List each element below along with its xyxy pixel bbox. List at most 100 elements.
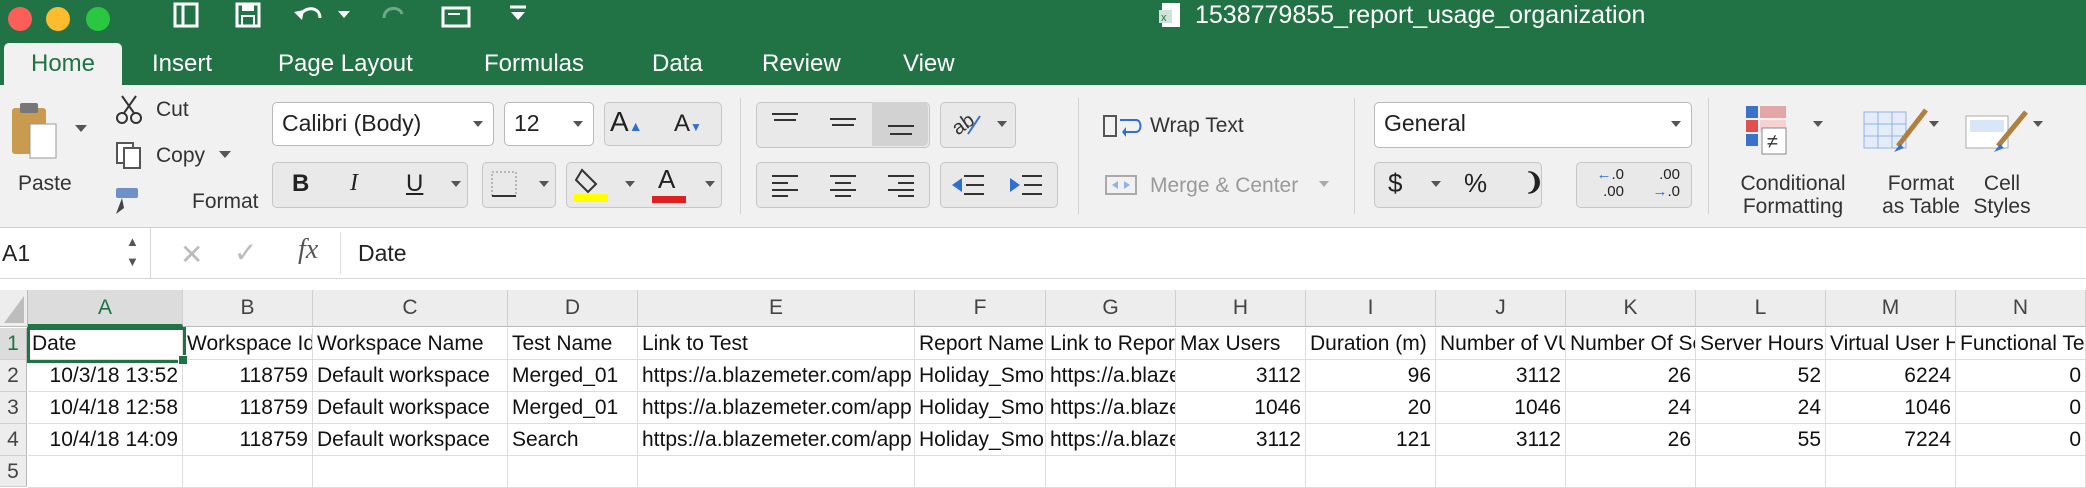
cell-link-to-test[interactable]: https://a.blazemeter.com/app xyxy=(638,360,915,392)
empty-cell[interactable] xyxy=(1566,456,1696,488)
cancel-entry-icon[interactable]: ✕ xyxy=(180,238,203,271)
save-icon[interactable] xyxy=(234,2,264,30)
cut-button[interactable]: Cut xyxy=(156,98,189,122)
empty-cell[interactable] xyxy=(1176,456,1306,488)
font-color-button[interactable]: A xyxy=(658,164,675,195)
cell-duration[interactable]: 121 xyxy=(1306,424,1436,456)
insert-function-icon[interactable]: fx xyxy=(298,234,318,266)
cell-virtual-user-hours[interactable]: 7224 xyxy=(1826,424,1956,456)
increase-decimal-button[interactable]: ←.0.00 xyxy=(1584,166,1624,200)
cell-max-users[interactable]: 3112 xyxy=(1176,424,1306,456)
align-middle-icon[interactable] xyxy=(828,110,858,134)
header-cell-number-of-vus[interactable]: Number of VUs xyxy=(1436,328,1566,360)
header-cell-date[interactable]: Date xyxy=(28,328,183,360)
header-cell-workspace-name[interactable]: Workspace Name xyxy=(313,328,508,360)
cell-workspace-id[interactable]: 118759 xyxy=(183,424,313,456)
cell-workspace-name[interactable]: Default workspace xyxy=(313,424,508,456)
fill-color-icon[interactable] xyxy=(574,166,608,204)
bold-button[interactable]: B xyxy=(292,170,309,198)
format-as-table-icon[interactable] xyxy=(1860,104,1934,164)
print-layout-icon[interactable] xyxy=(440,2,474,30)
column-header-f[interactable]: F xyxy=(915,290,1046,327)
cell-report-name[interactable]: Holiday_Smoke xyxy=(915,392,1046,424)
cell-test-name[interactable]: Merged_01 xyxy=(508,360,638,392)
align-center-icon[interactable] xyxy=(828,172,858,198)
redo-icon[interactable] xyxy=(378,2,408,30)
align-top-icon[interactable] xyxy=(770,110,800,134)
empty-cell[interactable] xyxy=(1956,456,2086,488)
format-as-table-button[interactable]: Format as Table xyxy=(1866,172,1976,218)
percent-button[interactable]: % xyxy=(1464,168,1487,199)
tab-review[interactable]: Review xyxy=(762,44,841,84)
comma-style-button[interactable]: ❩ xyxy=(1524,168,1544,197)
merge-center-button[interactable]: Merge & Center xyxy=(1150,174,1298,198)
select-all-corner[interactable] xyxy=(0,290,28,327)
decrease-font-size-button[interactable]: A▼ xyxy=(674,110,702,138)
empty-cell[interactable] xyxy=(1436,456,1566,488)
cell-report-name[interactable]: Holiday_Smoke xyxy=(915,360,1046,392)
column-header-k[interactable]: K xyxy=(1566,290,1696,327)
empty-cell[interactable] xyxy=(1696,456,1826,488)
header-cell-virtual-user-hours[interactable]: Virtual User Hours xyxy=(1826,328,1956,360)
italic-button[interactable]: I xyxy=(350,170,358,197)
font-color-dropdown-icon[interactable] xyxy=(704,180,716,189)
cell-test-name[interactable]: Merged_01 xyxy=(508,392,638,424)
cell-number-of-vus[interactable]: 3112 xyxy=(1436,424,1566,456)
cell-server-hours[interactable]: 52 xyxy=(1696,360,1826,392)
close-window-button[interactable] xyxy=(8,7,32,31)
row-header-5[interactable]: 5 xyxy=(0,456,27,487)
column-header-d[interactable]: D xyxy=(508,290,638,327)
fill-color-dropdown-icon[interactable] xyxy=(624,180,636,189)
cell-report-name[interactable]: Holiday_Smoke xyxy=(915,424,1046,456)
empty-cell[interactable] xyxy=(1046,456,1176,488)
cell-number-of-sessions[interactable]: 26 xyxy=(1566,360,1696,392)
copy-dropdown-icon[interactable] xyxy=(218,150,232,160)
cell-server-hours[interactable]: 55 xyxy=(1696,424,1826,456)
merge-center-icon[interactable] xyxy=(1104,174,1138,196)
decrease-indent-icon[interactable] xyxy=(950,172,986,198)
column-header-n[interactable]: N xyxy=(1956,290,2086,327)
tab-insert[interactable]: Insert xyxy=(152,44,212,84)
cell-functional-tests[interactable]: 0 xyxy=(1956,424,2086,456)
header-cell-report-name[interactable]: Report Name xyxy=(915,328,1046,360)
format-painter-button[interactable]: Format xyxy=(192,190,259,214)
cell-duration[interactable]: 96 xyxy=(1306,360,1436,392)
minimize-window-button[interactable] xyxy=(46,7,70,31)
maximize-window-button[interactable] xyxy=(86,7,110,31)
fill-handle[interactable] xyxy=(178,355,188,365)
customize-toolbar-icon[interactable] xyxy=(508,4,528,24)
cell-styles-button[interactable]: Cell Styles xyxy=(1962,172,2042,218)
header-cell-workspace-id[interactable]: Workspace Id xyxy=(183,328,313,360)
cell-workspace-name[interactable]: Default workspace xyxy=(313,392,508,424)
cell-styles-icon[interactable] xyxy=(1962,104,2032,164)
header-cell-max-users[interactable]: Max Users xyxy=(1176,328,1306,360)
wrap-text-icon[interactable] xyxy=(1102,112,1142,142)
empty-cell[interactable] xyxy=(1826,456,1956,488)
row-header-1[interactable]: 1 xyxy=(0,328,27,360)
cell-virtual-user-hours[interactable]: 6224 xyxy=(1826,360,1956,392)
empty-cell[interactable] xyxy=(508,456,638,488)
increase-font-size-button[interactable]: A▲ xyxy=(610,106,643,138)
empty-cell[interactable] xyxy=(28,456,183,488)
cell-date[interactable]: 10/4/18 14:09 xyxy=(28,424,183,456)
cell-virtual-user-hours[interactable]: 1046 xyxy=(1826,392,1956,424)
cell-link-to-report[interactable]: https://a.blazemeter xyxy=(1046,392,1176,424)
cell-workspace-id[interactable]: 118759 xyxy=(183,360,313,392)
undo-dropdown-icon[interactable] xyxy=(337,10,351,20)
cell-max-users[interactable]: 1046 xyxy=(1176,392,1306,424)
tab-home[interactable]: Home xyxy=(4,43,122,86)
column-header-e[interactable]: E xyxy=(638,290,915,327)
cell-functional-tests[interactable]: 0 xyxy=(1956,392,2086,424)
header-cell-link-to-test[interactable]: Link to Test xyxy=(638,328,915,360)
cell-link-to-test[interactable]: https://a.blazemeter.com/app xyxy=(638,392,915,424)
currency-button[interactable]: $ xyxy=(1388,168,1402,199)
header-cell-functional-tests[interactable]: Functional Tests xyxy=(1956,328,2086,360)
paste-icon[interactable] xyxy=(8,100,60,162)
paste-button-label[interactable]: Paste xyxy=(18,172,72,196)
column-header-b[interactable]: B xyxy=(183,290,313,327)
format-painter-icon[interactable] xyxy=(112,186,146,216)
cell-duration[interactable]: 20 xyxy=(1306,392,1436,424)
tab-page-layout[interactable]: Page Layout xyxy=(278,44,413,84)
column-header-j[interactable]: J xyxy=(1436,290,1566,327)
copy-button[interactable]: Copy xyxy=(156,144,205,168)
